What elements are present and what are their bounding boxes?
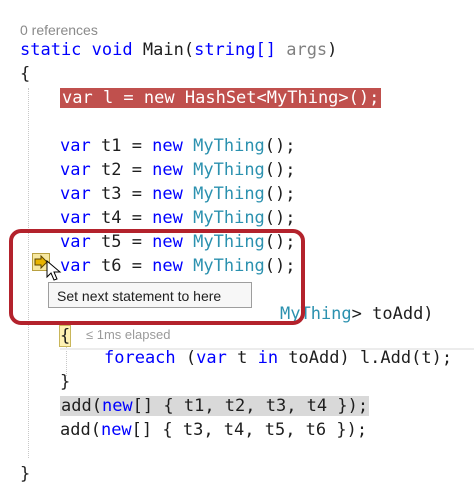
- set-next-statement-tooltip: Set next statement to here: [48, 282, 252, 308]
- add-call-line-2[interactable]: add(new[] { t3, t4, t5, t6 });: [60, 418, 367, 442]
- code-line-t1[interactable]: var t1 = new MyThing();: [60, 134, 296, 158]
- references-codelens[interactable]: 0 references: [20, 22, 98, 38]
- paren-open: (: [183, 40, 195, 60]
- inner-open-brace-line[interactable]: {: [58, 324, 72, 348]
- paren-close: ): [327, 40, 338, 60]
- code-line-t3[interactable]: var t3 = new MyThing();: [60, 182, 296, 206]
- keyword-void: void: [91, 40, 133, 60]
- current-statement-highlight: var l = new HashSet<MyThing>();: [60, 88, 382, 108]
- code-line-t2[interactable]: var t2 = new MyThing();: [60, 158, 296, 182]
- brace-match-highlight: {: [58, 325, 72, 347]
- param-type: string[]: [194, 40, 276, 60]
- executed-statement-highlight: add(new[] { t1, t2, t3, t4 });: [60, 396, 370, 416]
- add-call-line-1[interactable]: add(new[] { t1, t2, t3, t4 });: [60, 394, 370, 418]
- foreach-line[interactable]: foreach (var t in toAdd) l.Add(t);: [104, 346, 452, 370]
- param-name: args: [286, 40, 328, 60]
- code-editor[interactable]: 0 references static void Main(string[] a…: [0, 0, 474, 496]
- code-line-t4[interactable]: var t4 = new MyThing();: [60, 206, 296, 230]
- method-name: Main: [142, 40, 184, 60]
- inner-close-brace-line[interactable]: }: [60, 370, 70, 394]
- open-brace-line[interactable]: {: [20, 62, 30, 86]
- close-brace-line[interactable]: }: [20, 462, 30, 486]
- keyword-static: static: [20, 40, 82, 60]
- elapsed-perftip[interactable]: ≤ 1ms elapsed: [86, 327, 170, 342]
- current-statement-line[interactable]: var l = new HashSet<MyThing>();: [60, 86, 382, 110]
- method-signature-line[interactable]: static void Main(string[] args): [20, 38, 337, 62]
